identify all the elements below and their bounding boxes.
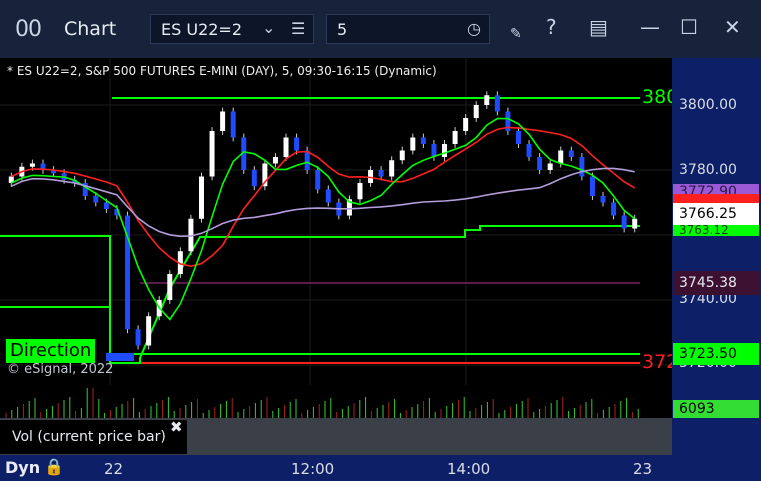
candle-body	[484, 95, 490, 105]
pen-icon[interactable]: ✎	[510, 26, 522, 42]
candle-body	[389, 160, 395, 177]
symbol-value: ES U22=2	[161, 20, 243, 39]
time-tick: 14:00	[447, 460, 491, 478]
ma-slow-line	[10, 126, 636, 268]
candle-body	[589, 176, 595, 196]
price-label-direction: 3723.50	[673, 343, 759, 365]
candle-body	[515, 131, 521, 144]
price-chart[interactable]	[0, 58, 672, 385]
volume-chart[interactable]	[0, 385, 672, 418]
candle-body	[29, 163, 35, 167]
candle-body	[600, 196, 606, 203]
candle-body	[420, 137, 426, 144]
candle-body	[558, 150, 564, 164]
time-tick: 12:00	[291, 460, 335, 478]
candle-body	[526, 144, 532, 157]
interval-value: 5	[337, 20, 348, 39]
candle-body	[304, 150, 310, 170]
candle-body	[473, 105, 479, 118]
clock-icon[interactable]: ◷	[467, 19, 481, 38]
price-label-ma-slow	[673, 194, 759, 203]
candle-body	[220, 111, 226, 131]
candle-body	[463, 118, 469, 131]
price-label-ma-fast: 3763.12	[673, 225, 759, 236]
candle-body	[93, 196, 99, 203]
candle-body	[357, 183, 363, 200]
candle-body	[494, 95, 500, 112]
candle-body	[568, 150, 574, 157]
lock-icon[interactable]: 🔒	[44, 457, 64, 476]
candle-body	[547, 163, 553, 170]
volume-label: Vol (current price bar)	[12, 429, 166, 445]
candle-body	[537, 157, 543, 170]
help-icon[interactable]: ?	[546, 15, 557, 39]
minimize-icon[interactable]: —	[640, 15, 660, 39]
interval-input[interactable]: 5 ◷	[326, 14, 490, 44]
price-axis[interactable]	[672, 58, 761, 455]
candle-body	[632, 218, 638, 229]
candle-body	[579, 157, 585, 177]
time-tick: 23	[633, 460, 653, 478]
candle-body	[399, 150, 405, 161]
close-icon[interactable]: ✕	[724, 15, 741, 39]
candle-body	[378, 170, 384, 177]
symbol-input[interactable]: ES U22=2 ⌄ ☰	[150, 14, 314, 44]
maximize-icon[interactable]: ☐	[680, 15, 698, 39]
candle-body	[251, 170, 257, 187]
candle-body	[611, 202, 617, 216]
candle-body	[621, 215, 627, 229]
candle-body	[167, 274, 173, 300]
volume-value: 6093	[673, 400, 759, 418]
candle-body	[368, 170, 374, 183]
price-tick: 3800.00	[679, 97, 737, 113]
price-label-level: 3745.38	[673, 271, 759, 295]
candle-body	[410, 137, 416, 151]
dynamic-mode-label[interactable]: Dyn	[5, 458, 40, 477]
candle-body	[230, 111, 236, 138]
candle-body	[135, 329, 141, 346]
step-line	[0, 225, 640, 364]
window-title: Chart	[64, 18, 117, 40]
ma-fast-line	[10, 117, 636, 321]
title-bar: 00 Chart ES U22=2 ⌄ ☰ 5 ◷ ✎ ? ▤ — ☐ ✕	[0, 0, 761, 58]
chart-window: 00 Chart ES U22=2 ⌄ ☰ 5 ◷ ✎ ? ▤ — ☐ ✕ * …	[0, 0, 761, 481]
volume-chart-svg	[5, 388, 639, 418]
chevron-down-icon[interactable]: ⌄	[262, 18, 275, 37]
direction-marker	[106, 353, 134, 361]
price-chart-svg	[0, 58, 672, 385]
candle-body	[442, 144, 448, 157]
candle-body	[272, 157, 278, 164]
candle-body	[294, 137, 300, 151]
price-label-last: 3766.25	[673, 203, 759, 225]
copyright-text: © eSignal, 2022	[7, 362, 114, 377]
chart-header: * ES U22=2, S&P 500 FUTURES E-MINI (DAY)…	[7, 64, 437, 78]
candle-body	[198, 176, 204, 219]
app-logo-icon: 00	[15, 17, 42, 42]
candle-body	[146, 316, 152, 346]
layout-icon[interactable]: ▤	[589, 15, 608, 39]
price-tick: 3780.00	[679, 162, 737, 178]
close-icon[interactable]: ✖	[170, 418, 183, 436]
list-icon[interactable]: ☰	[291, 19, 305, 38]
candle-body	[209, 131, 215, 177]
candle-body	[452, 131, 458, 144]
time-tick: 22	[104, 460, 124, 478]
candle-body	[103, 202, 109, 209]
candle-body	[325, 189, 331, 203]
candle-body	[283, 137, 289, 157]
volume-label-box: Vol (current price bar)	[0, 420, 187, 454]
direction-label: Direction	[6, 339, 96, 363]
candle-body	[315, 170, 321, 190]
